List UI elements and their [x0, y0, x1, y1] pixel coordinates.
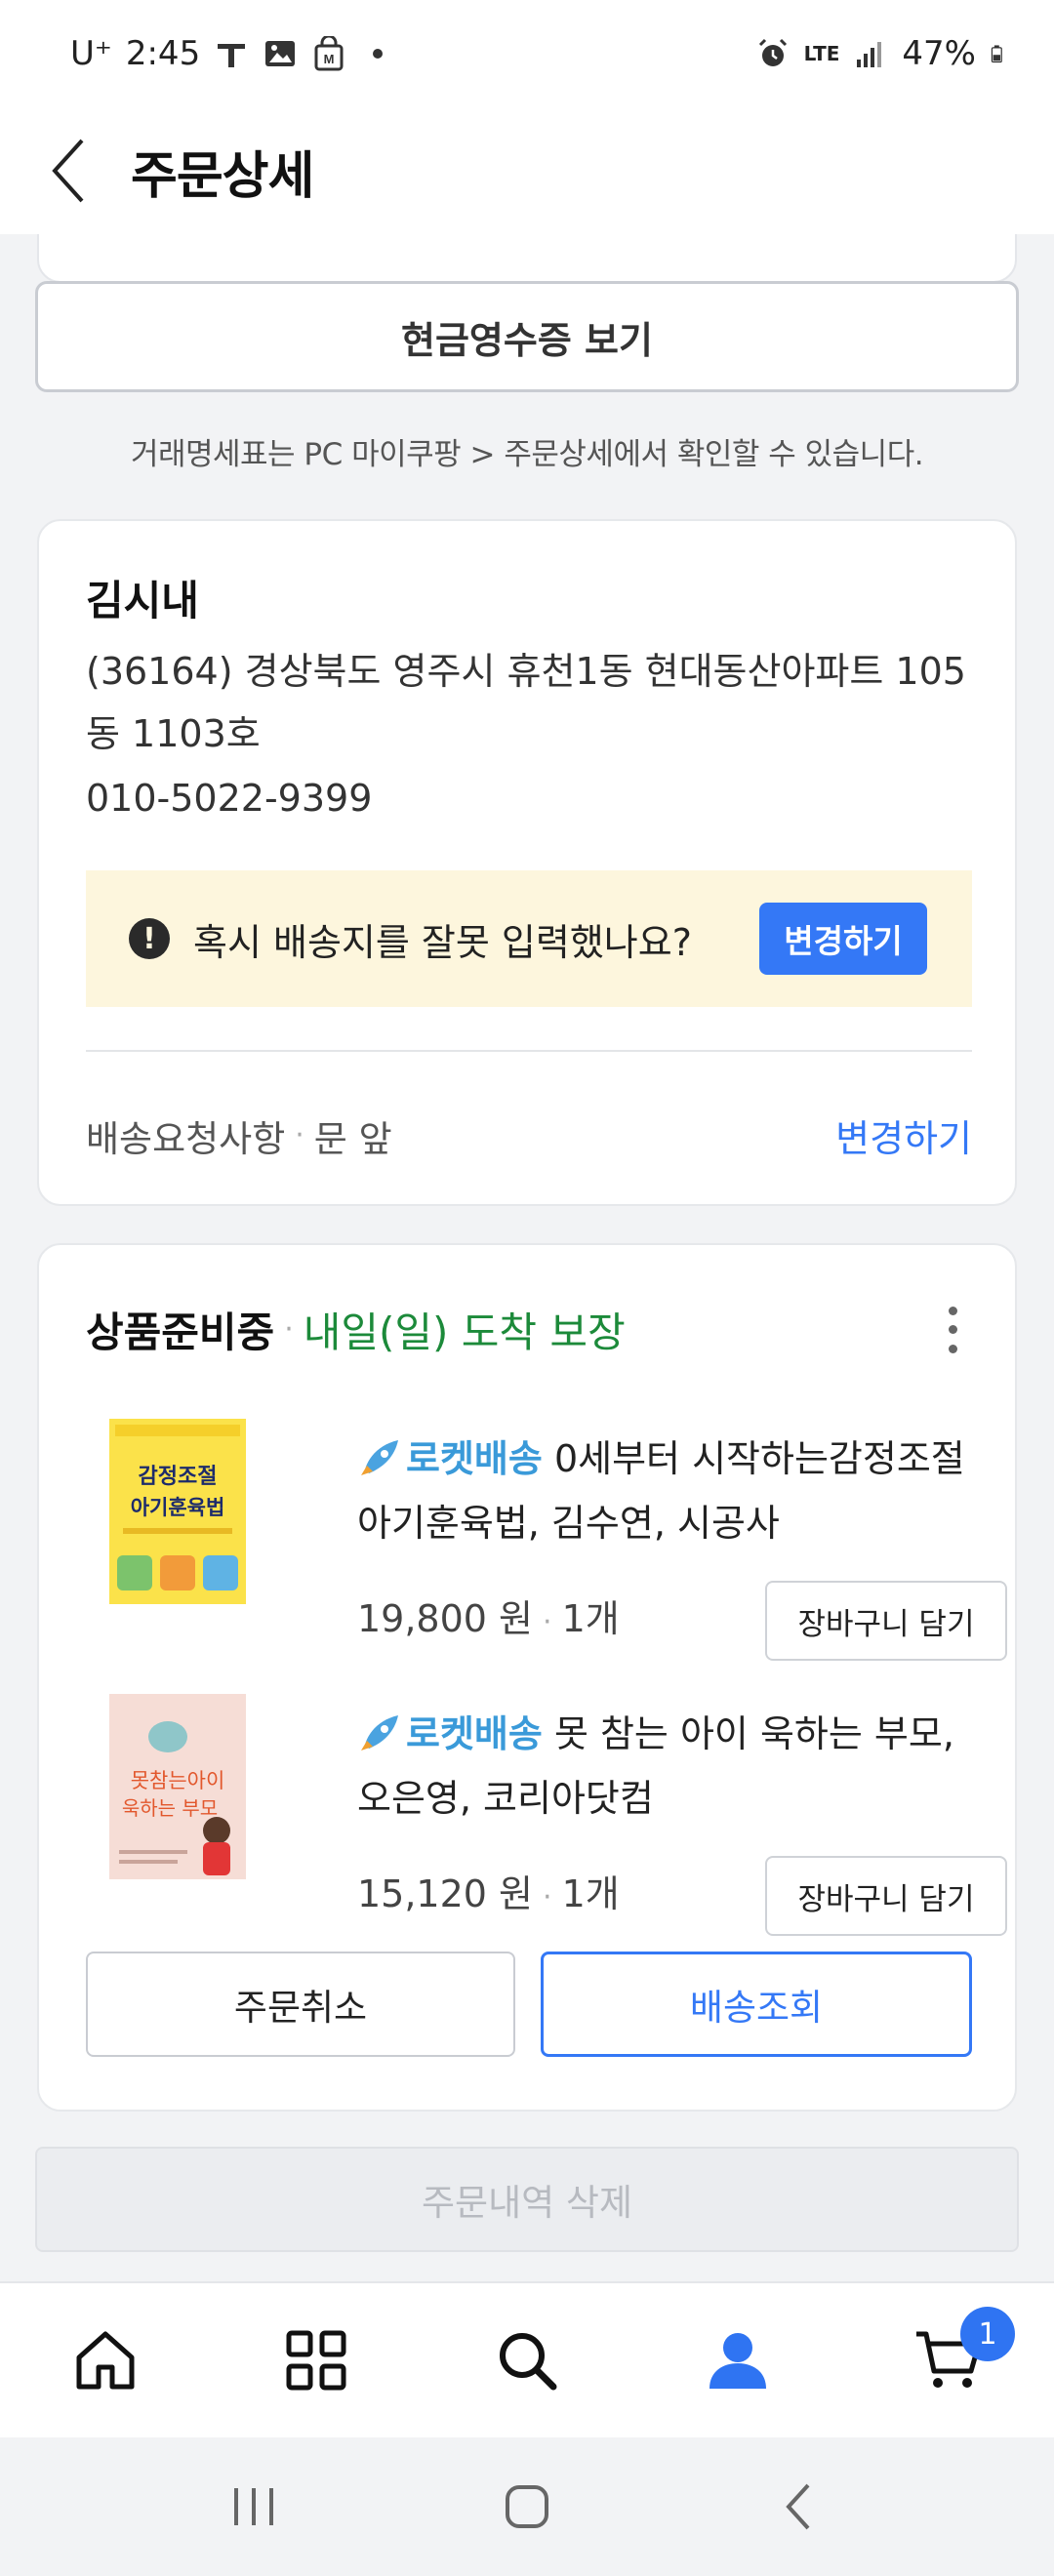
shipping-address-card: 김시내 (36164) 경상북도 영주시 휴천1동 현대동산아파트 105동 1… — [37, 519, 1017, 1206]
notification-dot-icon — [373, 49, 384, 59]
page-title: 주문상세 — [131, 146, 314, 206]
bottom-nav: 1 — [0, 2281, 1054, 2437]
product-price-qty: 19,800 원 · 1개 — [357, 1589, 620, 1642]
nav-search[interactable] — [422, 2283, 632, 2437]
nav-cart[interactable]: 1 — [843, 2283, 1054, 2437]
recipient-name: 김시내 — [86, 577, 199, 624]
delivery-request-label: 배송요청사항 — [86, 1117, 286, 1160]
separator-dot: · — [543, 1605, 552, 1639]
system-back-icon[interactable] — [771, 2477, 830, 2536]
more-options-button[interactable] — [933, 1301, 972, 1359]
separator-dot: · — [284, 1312, 294, 1347]
alarm-icon — [758, 38, 787, 66]
product-qty: 1개 — [561, 1597, 620, 1640]
chevron-left-icon — [52, 139, 84, 203]
more-dot-icon — [948, 1344, 957, 1353]
signal-icon — [857, 42, 882, 67]
system-nav-bar — [0, 2437, 1054, 2576]
delete-order-button[interactable]: 주문내역 삭제 — [35, 2147, 1019, 2252]
add-to-cart-button[interactable]: 장바구니 담기 — [765, 1581, 1007, 1661]
order-items-card: 상품준비중 · 내일(일) 도착 보장 감정조절 아기훈육법 로켓배송 0세부터… — [37, 1243, 1017, 2112]
product-title[interactable]: 로켓배송 0세부터 시작하는감정조절 아기훈육법, 김수연, 시공사 — [357, 1427, 982, 1555]
cover-title-line: 못참는아이 — [131, 1769, 225, 1792]
battery-icon — [991, 45, 1002, 63]
app-header: 주문상세 — [0, 107, 1054, 234]
order-detail-content[interactable]: 현금영수증 보기 거래명세표는 PC 마이쿠팡 > 주문상세에서 확인할 수 있… — [0, 234, 1054, 2283]
separator-dot: · — [295, 1118, 304, 1152]
clock: 2:45 — [125, 34, 201, 73]
cash-receipt-button[interactable]: 현금영수증 보기 — [35, 281, 1019, 392]
cover-title-line: 감정조절 — [139, 1465, 218, 1489]
previous-card-edge — [37, 234, 1017, 283]
categories-icon — [286, 2330, 346, 2391]
more-dot-icon — [948, 1306, 957, 1315]
separator-dot: · — [543, 1880, 552, 1914]
product-price-qty: 15,120 원 · 1개 — [357, 1864, 620, 1917]
product-price: 15,120 원 — [357, 1872, 534, 1915]
cart-count-badge: 1 — [960, 2307, 1015, 2361]
shipping-address: (36164) 경상북도 영주시 휴천1동 현대동산아파트 105동 1103호 — [86, 650, 966, 755]
status-bar: U⁺ 2:45 M LTE 47% — [0, 0, 1054, 107]
t-app-icon — [218, 44, 246, 67]
product-title[interactable]: 로켓배송 못 참는 아이 욱하는 부모, 오은영, 코리아닷컴 — [357, 1702, 982, 1831]
carrier-label: U⁺ — [70, 34, 112, 73]
rocket-delivery-badge: 로켓배송 — [406, 1712, 543, 1755]
recent-apps-icon[interactable] — [224, 2482, 283, 2531]
change-delivery-request-link[interactable]: 변경하기 — [835, 1108, 972, 1162]
delivery-request-value: 문 앞 — [313, 1117, 392, 1160]
nav-my-account[interactable] — [632, 2283, 843, 2437]
product-thumbnail[interactable]: 감정조절 아기훈육법 — [109, 1419, 246, 1604]
home-button-icon[interactable] — [498, 2477, 556, 2536]
rocket-icon — [361, 1715, 398, 1751]
add-to-cart-button[interactable]: 장바구니 담기 — [765, 1856, 1007, 1936]
cover-title-line: 아기훈육법 — [131, 1496, 225, 1519]
network-type: LTE — [803, 42, 840, 65]
home-icon — [76, 2331, 135, 2390]
invoice-notice: 거래명세표는 PC 마이쿠팡 > 주문상세에서 확인할 수 있습니다. — [130, 437, 924, 472]
recipient-phone: 010-5022-9399 — [86, 777, 373, 820]
product-thumbnail[interactable]: 못참는아이 욱하는 부모 — [109, 1694, 246, 1879]
my-account-icon — [709, 2333, 766, 2389]
svg-text:M: M — [324, 52, 335, 66]
secure-folder-icon: M — [314, 36, 344, 71]
order-status-row: 상품준비중 · 내일(일) 도착 보장 — [86, 1300, 972, 1359]
cover-title-line: 욱하는 부모 — [122, 1796, 218, 1820]
address-warning-banner: ! 혹시 배송지를 잘못 입력했나요? 변경하기 — [86, 870, 972, 1007]
order-status: 상품준비중 — [86, 1308, 275, 1356]
nav-categories[interactable] — [211, 2283, 422, 2437]
gallery-icon — [265, 41, 296, 66]
order-item[interactable]: 못참는아이 욱하는 부모 로켓배송 못 참는 아이 욱하는 부모, 오은영, 코… — [86, 1694, 1007, 1936]
back-button[interactable] — [39, 132, 98, 210]
product-price: 19,800 원 — [357, 1597, 534, 1640]
status-right: LTE 47% — [755, 34, 1011, 73]
address-warning-text: 혹시 배송지를 잘못 입력했나요? — [193, 920, 692, 964]
cancel-order-button[interactable]: 주문취소 — [86, 1952, 515, 2057]
search-icon — [500, 2333, 557, 2391]
order-actions: 주문취소 배송조회 — [86, 1952, 972, 2057]
rocket-icon — [361, 1440, 398, 1475]
change-address-button[interactable]: 변경하기 — [759, 903, 927, 975]
status-left: U⁺ 2:45 M — [70, 34, 395, 73]
track-delivery-button[interactable]: 배송조회 — [541, 1952, 972, 2057]
nav-home[interactable] — [0, 2283, 211, 2437]
order-item[interactable]: 감정조절 아기훈육법 로켓배송 0세부터 시작하는감정조절 아기훈육법, 김수연… — [86, 1419, 1007, 1661]
exclamation-icon: ! — [129, 918, 170, 959]
delivery-request-row: 배송요청사항 · 문 앞 변경하기 — [86, 1108, 972, 1162]
battery-percent: 47% — [902, 34, 976, 73]
product-qty: 1개 — [561, 1872, 620, 1915]
divider — [86, 1050, 972, 1052]
delivery-promise: 내일(일) 도착 보장 — [303, 1308, 626, 1356]
rocket-delivery-badge: 로켓배송 — [406, 1437, 543, 1480]
more-dot-icon — [948, 1325, 957, 1334]
